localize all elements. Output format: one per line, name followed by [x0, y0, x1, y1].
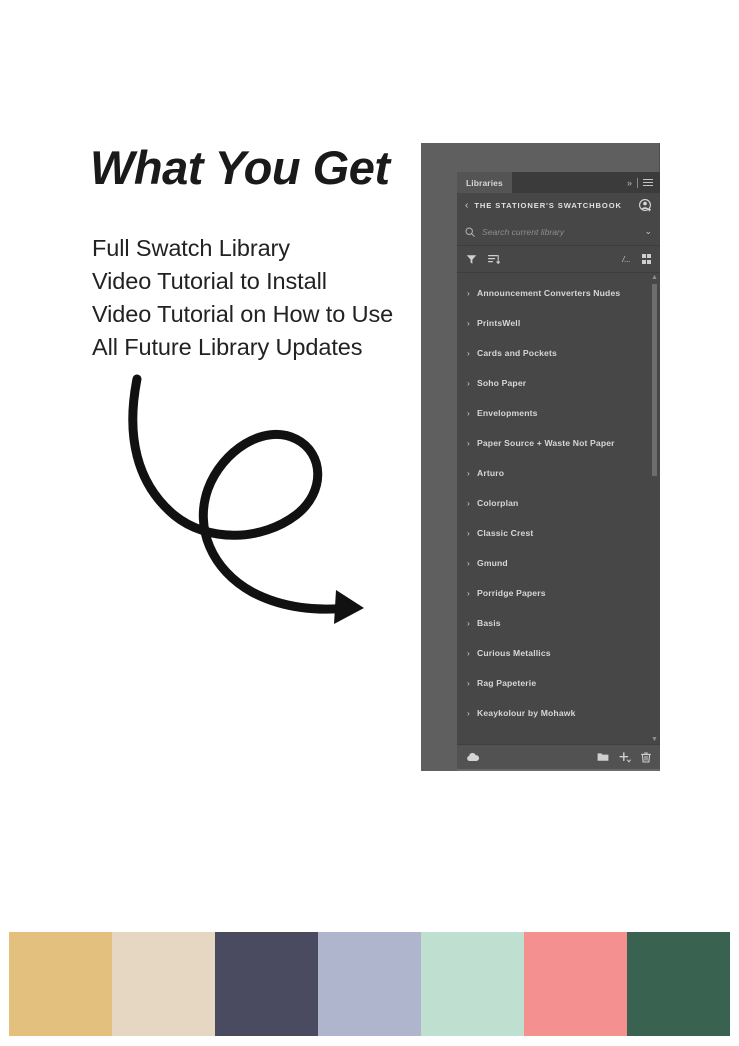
panel-resize-handle[interactable] — [457, 769, 660, 771]
tab-bar-spacer — [512, 172, 627, 193]
new-folder-icon[interactable] — [597, 752, 609, 762]
expand-chevron-icon[interactable]: › — [467, 319, 477, 328]
expand-chevron-icon[interactable]: › — [467, 409, 477, 418]
list-item[interactable]: › Arturo — [457, 458, 660, 488]
search-input[interactable]: Search current library — [482, 227, 644, 237]
libraries-panel: Libraries » ‹ THE STATIONER'S SWATCHBOOK — [457, 172, 660, 769]
color-swatch-forest — [627, 932, 730, 1036]
list-item[interactable]: › Curious Metallics — [457, 638, 660, 668]
page-title: What You Get — [90, 141, 390, 194]
collapse-panel-icon[interactable]: » — [627, 178, 632, 188]
list-item[interactable]: › Porridge Papers — [457, 578, 660, 608]
search-dropdown-chevron-icon[interactable]: ⌄ — [644, 227, 652, 236]
expand-chevron-icon[interactable]: › — [467, 649, 477, 658]
list-item-label: Keaykolour by Mohawk — [477, 708, 576, 718]
list-item-label: Cards and Pockets — [477, 348, 557, 358]
list-item[interactable]: › Basis — [457, 608, 660, 638]
search-icon — [465, 226, 475, 237]
color-swatch-mint — [421, 932, 524, 1036]
color-swatch-periwinkle — [318, 932, 421, 1036]
feature-item: Full Swatch Library — [92, 235, 290, 261]
expand-chevron-icon[interactable]: › — [467, 679, 477, 688]
sort-icon[interactable] — [488, 254, 500, 265]
list-item[interactable]: › Rag Papeterie — [457, 668, 660, 698]
expand-chevron-icon[interactable]: › — [467, 469, 477, 478]
expand-chevron-icon[interactable]: › — [467, 499, 477, 508]
expand-chevron-icon[interactable]: › — [467, 379, 477, 388]
color-swatch-coral — [524, 932, 627, 1036]
panel-menu-icon[interactable] — [643, 179, 653, 186]
list-item[interactable]: › Gmund — [457, 548, 660, 578]
library-name: THE STATIONER'S SWATCHBOOK — [474, 201, 622, 210]
list-item[interactable]: › Envelopments — [457, 398, 660, 428]
list-item[interactable]: › Cards and Pockets — [457, 338, 660, 368]
scrollbar-thumb[interactable] — [652, 284, 657, 476]
color-swatch-cream — [112, 932, 215, 1036]
search-bar[interactable]: Search current library ⌄ — [457, 218, 660, 246]
library-list-container: › Announcement Converters Nudes › Prints… — [457, 273, 660, 744]
library-header: ‹ THE STATIONER'S SWATCHBOOK — [457, 193, 660, 218]
footer-actions — [597, 751, 651, 763]
library-toolbar: /... — [457, 246, 660, 273]
expand-chevron-icon[interactable]: › — [467, 559, 477, 568]
list-scrollbar[interactable]: ▲ ▼ — [651, 273, 658, 744]
expand-chevron-icon[interactable]: › — [467, 529, 477, 538]
list-item-label: Arturo — [477, 468, 505, 478]
panel-footer — [457, 744, 660, 769]
expand-chevron-icon[interactable]: › — [467, 439, 477, 448]
add-element-icon[interactable] — [619, 751, 631, 763]
curved-loop-arrow-icon — [112, 365, 392, 630]
expand-chevron-icon[interactable]: › — [467, 619, 477, 628]
color-swatch-gold — [9, 932, 112, 1036]
color-swatch-navy — [215, 932, 318, 1036]
application-window: Libraries » ‹ THE STATIONER'S SWATCHBOOK — [421, 143, 660, 771]
list-item-label: Curious Metallics — [477, 648, 551, 658]
list-item-label: Gmund — [477, 558, 508, 568]
list-item-label: Basis — [477, 618, 501, 628]
panel-window-controls: » — [627, 172, 660, 193]
list-item[interactable]: › Colorplan — [457, 488, 660, 518]
scroll-down-arrow-icon[interactable]: ▼ — [651, 736, 658, 743]
feature-item: Video Tutorial to Install — [92, 268, 327, 294]
feature-list: Full Swatch Library Video Tutorial to In… — [92, 232, 393, 364]
list-item-label: Colorplan — [477, 498, 519, 508]
list-item[interactable]: › Soho Paper — [457, 368, 660, 398]
list-item[interactable]: › Classic Crest — [457, 518, 660, 548]
list-item-label: Rag Papeterie — [477, 678, 537, 688]
list-item[interactable]: › PrintsWell — [457, 308, 660, 338]
list-item[interactable]: › Announcement Converters Nudes — [457, 278, 660, 308]
expand-chevron-icon[interactable]: › — [467, 349, 477, 358]
list-item[interactable]: › Paper Source + Waste Not Paper — [457, 428, 660, 458]
panel-tab-bar: Libraries » — [457, 172, 660, 193]
tab-libraries[interactable]: Libraries — [457, 172, 512, 193]
library-list: › Announcement Converters Nudes › Prints… — [457, 273, 660, 728]
expand-chevron-icon[interactable]: › — [467, 709, 477, 718]
color-palette — [9, 932, 730, 1036]
list-item-label: PrintsWell — [477, 318, 521, 328]
grid-view-icon[interactable] — [641, 254, 651, 264]
feature-item: All Future Library Updates — [92, 334, 363, 360]
list-item-label: Envelopments — [477, 408, 538, 418]
list-item-label: Classic Crest — [477, 528, 534, 538]
expand-chevron-icon[interactable]: › — [467, 289, 477, 298]
list-view-icon[interactable]: /... — [622, 254, 631, 264]
back-chevron-icon[interactable]: ‹ — [465, 200, 468, 211]
list-item-label: Porridge Papers — [477, 588, 546, 598]
list-item-label: Paper Source + Waste Not Paper — [477, 438, 615, 448]
list-item[interactable]: › Keaykolour by Mohawk — [457, 698, 660, 728]
scroll-up-arrow-icon[interactable]: ▲ — [651, 274, 658, 281]
feature-item: Video Tutorial on How to Use — [92, 301, 394, 327]
invite-collaborator-icon[interactable] — [639, 199, 652, 212]
control-divider — [637, 177, 638, 188]
delete-icon[interactable] — [641, 752, 651, 763]
list-item-label: Soho Paper — [477, 378, 527, 388]
cloud-sync-icon[interactable] — [466, 752, 480, 762]
list-item-label: Announcement Converters Nudes — [477, 288, 621, 298]
filter-funnel-icon[interactable] — [466, 254, 477, 265]
expand-chevron-icon[interactable]: › — [467, 589, 477, 598]
